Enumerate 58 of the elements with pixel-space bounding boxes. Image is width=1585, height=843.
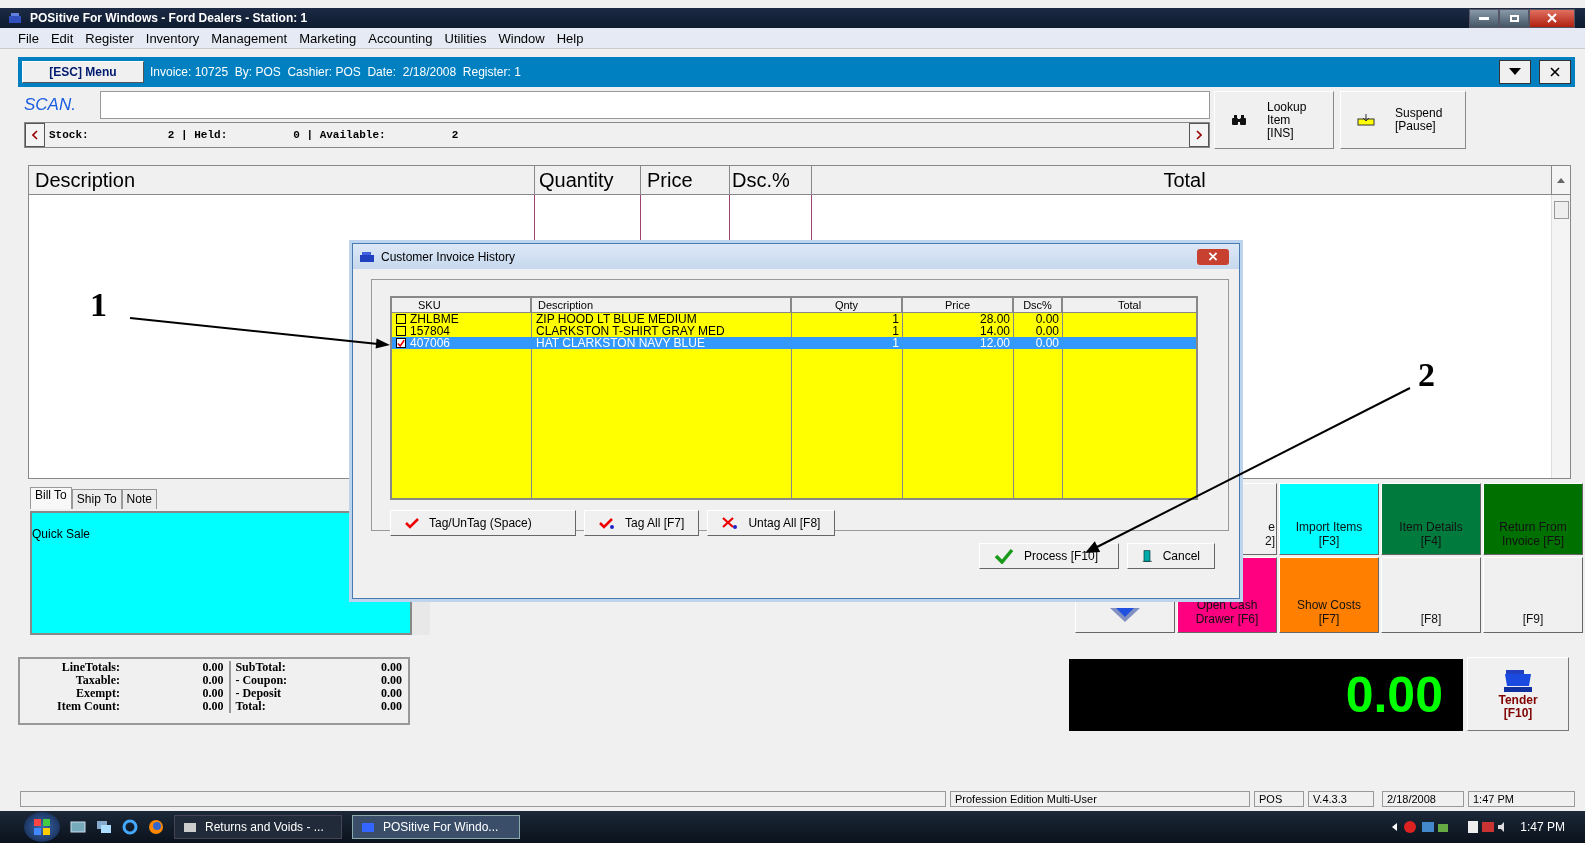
column-header: Description: [29, 166, 535, 194]
total-value: 0.00: [202, 687, 224, 700]
column-header: Dsc%: [1014, 298, 1063, 312]
total-label: - Coupon:: [235, 674, 289, 687]
table-cell-text: HAT CLARKSTON NAVY BLUE: [535, 337, 706, 349]
table-cell-text: CLARKSTON T-SHIRT GRAY MED: [535, 325, 726, 337]
total-label: - Deposit: [235, 687, 282, 700]
column-header: Total: [1116, 298, 1143, 312]
total-value: 0.00: [202, 661, 224, 674]
status-field: POS: [1254, 791, 1304, 807]
total-label: Total:: [235, 700, 266, 713]
total-label: LineTotals:: [60, 661, 120, 674]
column-header: Description: [532, 298, 792, 312]
callout-number: 2: [1418, 358, 1435, 392]
column-header: Dsc.%: [730, 166, 812, 194]
status-field: 1:47 PM: [1468, 791, 1575, 807]
table-cell-text: 1: [891, 325, 900, 337]
table-cell-text: 0.00: [1034, 325, 1060, 337]
table-cell-text: ZIP HOOD LT BLUE MEDIUM: [535, 313, 698, 325]
total-value: 0.00: [381, 700, 402, 713]
status-field: Profession Edition Multi-User: [950, 791, 1250, 807]
total-value: 0.00: [381, 661, 402, 674]
total-value: 0.00: [381, 687, 402, 700]
clock: 1:47 PM: [1520, 820, 1565, 834]
column-header: SKU: [392, 298, 532, 312]
invoice-info: Invoice: 10725 By: POS Cashier: POS Date: 2/18/2008 Register: 1: [150, 65, 521, 79]
taskbar-label: POSitive For Windo...: [383, 820, 499, 834]
table-cell: ZHLBME: [410, 313, 459, 325]
table-cell-text: 1: [891, 337, 900, 349]
total-label: Exempt:: [75, 687, 120, 700]
scan-label: SCAN.: [24, 94, 77, 116]
column-header: Qnty: [792, 298, 903, 312]
table-cell-text: 14.00: [978, 325, 1011, 337]
total-label: Taxable:: [74, 674, 120, 687]
status-field: 2/18/2008: [1382, 791, 1464, 807]
customer-name: Quick Sale: [32, 527, 91, 541]
total-value: 0.00: [202, 674, 224, 687]
callout-number: 1: [90, 288, 107, 322]
column-header: Quantity: [535, 166, 641, 194]
status-field: V.4.3.3: [1308, 791, 1374, 807]
total-value: 0.00: [202, 700, 224, 713]
taskbar-label: Returns and Voids - ...: [205, 820, 324, 834]
stock-info: Stock: 2 | Held: 0 | Available: 2: [48, 129, 460, 141]
table-cell-text: 0.00: [1034, 313, 1060, 325]
window-title: POSitive For Windows - Ford Dealers - Station: 1: [30, 11, 308, 25]
table-cell: 407006: [410, 337, 451, 349]
total-value: 0.00: [381, 674, 402, 687]
amount: 0.00: [1345, 666, 1443, 724]
table-cell-text: 1: [891, 313, 900, 325]
table-cell: 157804: [410, 325, 451, 337]
total-label: SubTotal:: [235, 661, 287, 674]
dialog-title: Customer Invoice History: [381, 249, 516, 264]
table-cell-text: 28.00: [978, 313, 1011, 325]
total-label: Item Count:: [56, 700, 120, 713]
table-cell-text: 12.00: [978, 337, 1011, 349]
column-header: Price: [903, 298, 1014, 312]
column-header: Price: [641, 166, 730, 194]
table-cell-text: 0.00: [1034, 337, 1060, 349]
